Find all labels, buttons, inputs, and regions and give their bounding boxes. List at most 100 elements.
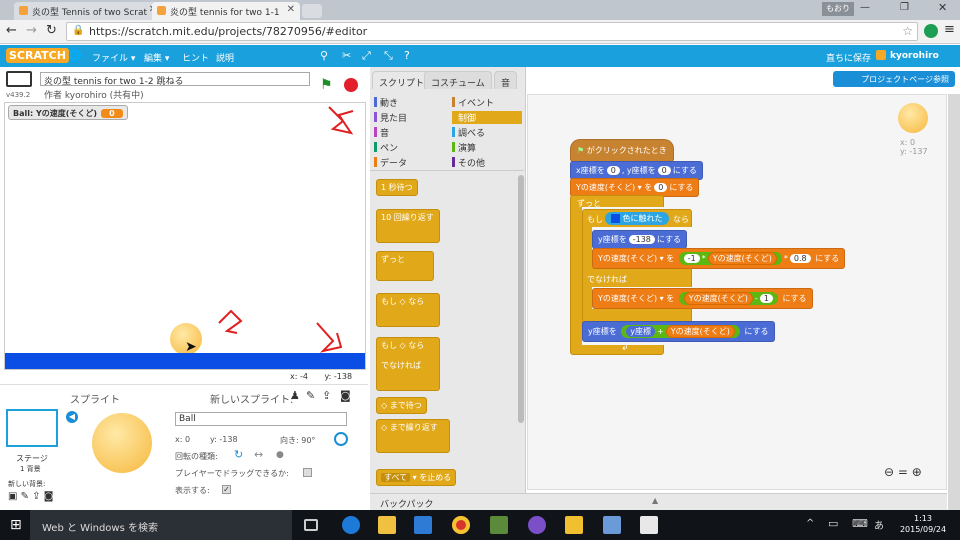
windows-start-icon[interactable]: ⊞ [10,517,22,533]
category-events[interactable]: イベント [452,96,522,109]
app-book-icon[interactable] [640,516,658,534]
restore-icon[interactable]: ❐ [900,2,909,13]
set-vy-gravity-block[interactable]: Yの速度(そくど) ▾ を Yの速度(そくど) -1 にする [592,288,813,309]
avatar[interactable] [876,50,886,60]
taskbar-clock[interactable]: 1:13 2015/09/24 [893,513,953,535]
new-tab-button[interactable] [302,4,322,18]
multiply-operator[interactable]: -1 * Yの速度(そくど) [678,252,782,265]
file-explorer-icon[interactable] [378,516,396,534]
app-yellow-icon[interactable] [565,516,583,534]
task-view-icon[interactable] [304,519,318,531]
see-project-page-button[interactable]: プロジェクトページ参照 [833,71,955,87]
variable-dropdown[interactable]: Yの速度(そくど) ▾ [598,294,664,303]
variable-reporter[interactable]: Yの速度(そくど) [665,325,735,338]
block-repeat-until[interactable]: ◇ まで繰り返す [376,419,450,453]
set-y-block[interactable]: y座標を -138 にする [592,230,687,249]
info-back-icon[interactable]: ◀ [66,411,78,423]
menu-tips[interactable]: ヒント [182,51,209,64]
notification-icon[interactable]: ▭ [828,517,838,530]
menu-edit[interactable]: 編集 ▾ [144,51,169,64]
camera-icon[interactable]: ◙ [340,389,351,402]
stage-thumbnail[interactable] [6,409,58,447]
chrome-icon[interactable] [452,516,470,534]
scripts-area[interactable]: x: 0 y: -137 ⚑ がクリックされたとき x座標を 0, y座標を 0 にす… [527,94,947,490]
cut-icon[interactable]: ✂ [342,49,351,62]
goto-x-input[interactable]: 0 [606,166,620,175]
category-sound[interactable]: 音 [374,126,450,139]
menu-about[interactable]: 説明 [216,51,234,64]
palette-scrollbar[interactable] [518,175,524,423]
show-checkbox[interactable]: ✓ [222,485,231,494]
app-circle-icon[interactable] [528,516,546,534]
back-icon[interactable]: ← [6,23,17,38]
taskbar-search[interactable]: Web と Windows を検索 [30,510,292,540]
menu-icon[interactable]: ≡ [944,22,955,37]
category-data[interactable]: データ [374,156,450,169]
color-swatch[interactable] [611,214,620,223]
block-repeat[interactable]: 10 回繰り返す [376,209,440,243]
tray-chevron-icon[interactable]: ^ [806,518,814,529]
duplicate-icon[interactable]: ⚲ [320,49,328,62]
extension-icon[interactable] [924,24,938,38]
backpack-expand-icon[interactable]: ▲ [652,496,658,505]
gravity-input[interactable]: 1 [759,294,773,303]
keyboard-icon[interactable]: ⌨ [852,517,868,530]
direction-dial-icon[interactable] [334,432,348,446]
draggable-checkbox[interactable] [303,468,312,477]
zoom-in-icon[interactable]: ⊕ [912,465,922,479]
set-y-input[interactable]: -138 [628,235,655,244]
upload-sprite-icon[interactable]: ⇪ [322,389,331,402]
y-position-reporter[interactable]: y座標 [626,326,656,337]
project-title-input[interactable]: 炎の型 tennis for two 1-2 跳ねる [40,72,310,87]
edge-icon[interactable] [342,516,360,534]
backdrop-tools-icon[interactable]: ▣ ✎ ⇪ ◙ [8,491,53,502]
stage[interactable]: Ball: Yの速度(そくど) 0 ➤ [4,102,366,370]
no-rotate-icon[interactable]: ● [276,450,284,460]
add-operator[interactable]: y座標 + Yの速度(そくど) [621,325,740,338]
zoom-reset-icon[interactable]: = [898,465,908,479]
tab-scripts[interactable]: スクリプト [372,71,432,89]
backpack[interactable]: バックパック ▲ [370,493,947,510]
category-pen[interactable]: ペン [374,141,450,154]
when-flag-clicked-block[interactable]: ⚑ がクリックされたとき [570,139,674,162]
category-more[interactable]: その他 [452,156,522,169]
block-if-else[interactable]: もし ◇ なら でなければ [376,337,440,391]
close-tab-icon[interactable]: ✕ [287,4,295,15]
username[interactable]: kyorohiro [890,51,939,61]
block-forever[interactable]: ずっと [376,251,434,281]
minimize-icon[interactable]: — [860,2,870,13]
green-flag-icon[interactable]: ⚑ [320,77,333,93]
help-icon[interactable]: ? [404,49,410,62]
variable-dropdown[interactable]: Yの速度(そくど) ▾ [576,183,642,192]
grow-icon[interactable]: ⤢ [362,49,371,63]
stop-icon[interactable] [344,78,358,92]
zoom-out-icon[interactable]: ⊖ [884,465,894,479]
category-sensing[interactable]: 調べる [452,126,522,139]
sprite-name-input[interactable]: Ball [175,412,347,426]
tab-costumes[interactable]: コスチューム [424,71,492,89]
variable-reporter[interactable]: Yの速度(そくど) [707,252,777,265]
rotate-all-icon[interactable]: ↻ [234,448,243,461]
category-control[interactable]: 制御 [452,111,522,124]
tab-sounds[interactable]: 音 [494,71,518,89]
scripts-scrollbar[interactable] [948,94,960,510]
block-stop[interactable]: すべて ▾ を止める [376,469,457,486]
neg-one-input[interactable]: -1 [683,254,700,263]
category-operators[interactable]: 演算 [452,141,522,154]
set-vy-bounce-block[interactable]: Yの速度(そくど) ▾ を -1 * Yの速度(そくど) * 0.8 にする [592,248,846,269]
save-now-link[interactable]: 直ちに保存 [826,51,871,64]
forward-icon[interactable]: → [26,23,37,38]
ime-icon[interactable]: あ [874,517,884,532]
close-window-icon[interactable]: ✕ [938,1,947,14]
app-grid-icon[interactable] [490,516,508,534]
block-wait-until[interactable]: ◇ まで待つ [376,397,427,414]
profile-badge[interactable]: もおり [822,2,854,16]
touching-color-block[interactable]: 色に触れた [605,212,669,225]
browser-tab-1[interactable]: 炎の型 Tennis of two Scrat ✕ [14,2,162,20]
block-if[interactable]: もし ◇ なら [376,293,440,327]
bookmark-star-icon[interactable]: ☆ [902,24,913,38]
goto-y-input[interactable]: 0 [657,166,671,175]
choose-sprite-icon[interactable]: ♟ [290,389,300,402]
set-value-input[interactable]: 0 [654,183,668,192]
damping-input[interactable]: 0.8 [789,254,811,263]
